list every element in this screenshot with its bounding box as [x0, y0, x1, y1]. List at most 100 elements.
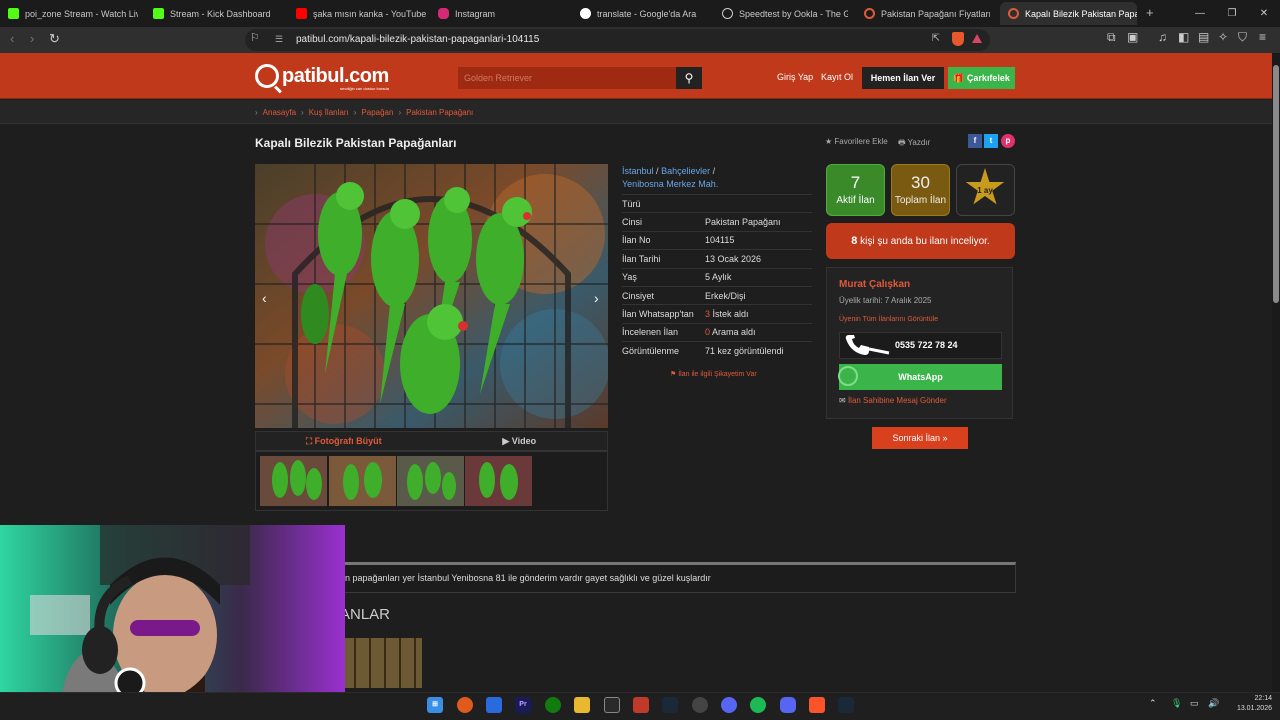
browser-tab[interactable]: Speedtest by Ookla - The Glob [722, 2, 848, 25]
report-ad-link[interactable]: ⚑ İlan ile ilgili Şikayetim Var [670, 370, 757, 378]
close-window-icon[interactable]: ✕ [1248, 0, 1280, 27]
vpn-icon[interactable]: ⛉ [1238, 30, 1247, 45]
breadcrumb-item[interactable]: Anasayfa [263, 108, 296, 117]
start-icon[interactable]: ⊞ [427, 697, 443, 713]
forward-icon[interactable]: › [30, 31, 34, 46]
bookmark-icon[interactable]: ⚐ [250, 31, 260, 44]
maximize-icon[interactable]: ❐ [1216, 0, 1248, 27]
reload-icon[interactable]: ↻ [49, 31, 60, 47]
extensions-icon[interactable]: ⧉ [1107, 30, 1116, 45]
search-button[interactable]: ⚲ [676, 67, 702, 89]
brave-rewards-icon[interactable] [972, 34, 982, 43]
breadcrumb: › Anasayfa › Kuş İlanları › Papağan › Pa… [255, 108, 473, 117]
app-icon[interactable] [457, 697, 473, 713]
next-ad-button[interactable]: Sonraki İlan » [872, 427, 968, 449]
new-tab-button[interactable]: + [1146, 5, 1154, 20]
photo-gallery[interactable] [255, 164, 608, 428]
browser-tab-active[interactable]: Kapalı Bilezik Pakistan Papa✕ [1000, 2, 1137, 25]
premiere-icon[interactable]: Pr [515, 697, 531, 713]
breadcrumb-item[interactable]: Pakistan Papağanı [406, 108, 473, 117]
similar-ad-thumbnail[interactable] [345, 638, 422, 688]
print-link[interactable]: 🖶 Yazdır [898, 137, 930, 151]
breadcrumb-item[interactable]: Kuş İlanları [309, 108, 349, 117]
detail-value[interactable]: Pakistan Papağanı [705, 217, 781, 227]
music-icon[interactable]: ♫ [1158, 30, 1167, 44]
volume-icon[interactable]: 🔊 [1208, 698, 1219, 709]
login-link[interactable]: Giriş Yap [777, 72, 813, 82]
folder-icon[interactable] [574, 697, 590, 713]
spotify-icon[interactable] [750, 697, 766, 713]
window-controls: — ❐ ✕ [1184, 0, 1280, 27]
facebook-share-icon[interactable]: f [968, 134, 982, 148]
brave-icon[interactable] [809, 697, 825, 713]
search-input[interactable] [458, 67, 676, 89]
post-ad-button[interactable]: Hemen İlan Ver [862, 67, 944, 89]
scrollbar-thumb[interactable] [1273, 65, 1279, 303]
wheel-button[interactable]: 🎁 Çarkıfelek [948, 67, 1015, 89]
steam-icon[interactable] [662, 697, 678, 713]
browser-tab[interactable]: Pakistan Papağanı Fiyatları Ve [864, 2, 990, 25]
browser-tab[interactable]: Instagram [438, 2, 568, 25]
app-icon[interactable] [721, 697, 737, 713]
site-logo[interactable]: patibul.com [255, 64, 389, 88]
live-viewers-banner: 8 kişi şu anda bu ilanı inceliyor. [826, 223, 1015, 259]
detail-value: 3 İstek aldı [705, 309, 749, 319]
gallery-prev-icon[interactable]: ‹ [262, 290, 267, 306]
media-icon[interactable]: ▣ [1127, 30, 1138, 44]
browser-tab[interactable]: Stream - Kick Dashboard [153, 2, 283, 25]
register-link[interactable]: Kayıt Ol [821, 72, 853, 82]
location-city[interactable]: İstanbul [622, 166, 654, 176]
address-bar[interactable]: ☰ patibul.com/kapali-bilezik-pakistan-pa… [245, 29, 990, 51]
tray-overflow-icon[interactable]: ⌃ [1149, 698, 1157, 709]
enlarge-photo-tab[interactable]: ⛶ Fotoğrafı Büyüt [256, 432, 432, 450]
add-favorite-link[interactable]: ★ Favorilere Ekle [825, 137, 888, 146]
ai-icon[interactable]: ✧ [1218, 30, 1228, 44]
active-ads-box[interactable]: 7 Aktif İlan [826, 164, 885, 216]
message-seller-link[interactable]: ✉ İlan Sahibine Mesaj Gönder [839, 396, 947, 405]
browser-tab[interactable]: poi_zone Stream - Watch Live c [8, 2, 138, 25]
share-icon[interactable]: ⇱ [932, 33, 940, 44]
browser-tab[interactable]: şaka mısın kanka - YouTube [296, 2, 426, 25]
seller-name[interactable]: Murat Çalışkan [839, 279, 910, 290]
mic-icon[interactable]: 🎙 [1171, 698, 1182, 709]
twitter-share-icon[interactable]: t [984, 134, 998, 148]
location-district[interactable]: Bahçelievler [661, 166, 710, 176]
site-info-icon[interactable]: ☰ [275, 34, 283, 45]
thumbnail[interactable] [329, 456, 396, 506]
url-text[interactable]: patibul.com/kapali-bilezik-pakistan-papa… [296, 34, 539, 45]
menu-icon[interactable]: ≡ [1259, 30, 1266, 44]
thumbnail[interactable] [465, 456, 532, 506]
app-icon[interactable] [486, 697, 502, 713]
network-icon[interactable]: ▭ [1190, 698, 1199, 709]
thumbnail[interactable] [260, 456, 327, 506]
pinterest-share-icon[interactable]: p [1001, 134, 1015, 148]
detail-key: İlan Tarihi [622, 253, 661, 264]
brave-shield-icon[interactable] [952, 32, 964, 46]
whatsapp-button[interactable]: WhatsApp [839, 364, 1002, 390]
detail-suffix: Arama aldı [710, 327, 756, 338]
detail-row: Görüntülenme 71 kez görüntülendi [622, 341, 812, 359]
app-icon[interactable] [692, 697, 708, 713]
total-ads-box[interactable]: 30 Toplam İlan [891, 164, 950, 216]
epic-icon[interactable] [604, 697, 620, 713]
browser-tab[interactable]: translate - Google'da Ara [580, 2, 710, 25]
system-clock[interactable]: 22:14 13.01.2026 [1226, 694, 1272, 714]
minimize-icon[interactable]: — [1184, 0, 1216, 27]
breadcrumb-bar [0, 100, 1272, 124]
breadcrumb-item[interactable]: Papağan [361, 108, 393, 117]
discord-icon[interactable] [780, 697, 796, 713]
sidebar-icon[interactable]: ◧ [1178, 30, 1189, 44]
xbox-icon[interactable] [545, 697, 561, 713]
back-icon[interactable]: ‹ [10, 31, 14, 46]
location-neighborhood[interactable]: Yenibosna Merkez Mah. [622, 179, 718, 189]
phone-number[interactable]: 0535 722 78 24 [895, 340, 958, 350]
seller-all-ads-link[interactable]: Üyenin Tüm İlanlarını Görüntüle [839, 316, 938, 323]
thumbnail[interactable] [397, 456, 464, 506]
detail-row: İncelenen İlan 0 Arama aldı [622, 322, 812, 341]
detail-key: Cinsi [622, 217, 643, 228]
steam-icon[interactable] [838, 697, 854, 713]
video-tab[interactable]: ▶ Video [432, 432, 608, 450]
wallet-icon[interactable]: ▤ [1198, 30, 1209, 44]
app-icon[interactable] [633, 697, 649, 713]
gallery-next-icon[interactable]: › [594, 290, 599, 306]
